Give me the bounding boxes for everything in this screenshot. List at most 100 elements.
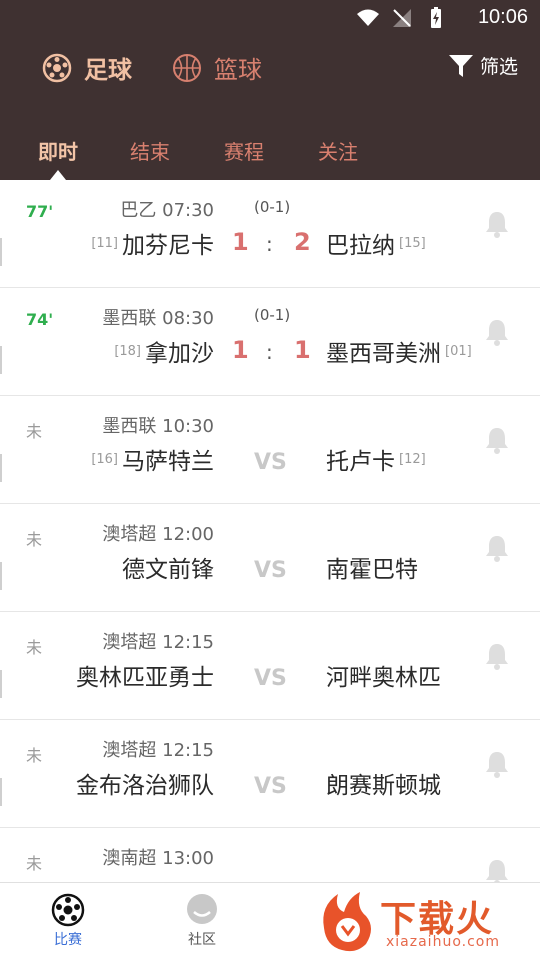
home-team: 金布洛治狮队 [76,766,214,800]
bell-icon[interactable] [484,426,510,454]
sport-tab-football[interactable]: 足球 [42,50,132,85]
bell-icon[interactable] [484,534,510,562]
kickoff-time: 12:00 [162,524,214,545]
app-header: 10:06 足球 篮球 筛选 即时 结束 赛程 关注 [0,0,540,180]
status-time: 10:06 [477,6,528,28]
match-list[interactable]: 77' 巴乙 07:30 (0-1) [11] 加芬尼卡 1 : 2 巴拉纳 [15… [0,180,540,882]
versus-label: VS [254,450,287,475]
sport-tab-label: 篮球 [214,56,262,84]
soccer-ball-icon [51,893,85,927]
filter-label: 筛选 [479,56,518,78]
filter-button[interactable]: 筛选 [448,52,518,79]
nav-label: 比赛 [54,932,82,948]
tab-following[interactable]: 关注 [318,136,358,165]
bell-icon[interactable] [484,210,510,238]
league-time: 澳塔超 12:15 [102,736,214,762]
basketball-icon [173,53,201,82]
halftime-score: (0-1) [254,198,291,216]
battery-charging-icon [431,7,441,28]
away-team: 托卢卡 [12] [326,442,426,476]
row-marker [0,454,2,482]
match-minute: 74' [26,310,54,329]
kickoff-time: 12:15 [162,740,214,761]
match-status-tabs: 即时 结束 赛程 关注 [0,136,540,180]
match-status: 未 [26,638,43,657]
no-signal-icon [393,9,411,27]
nav-matches[interactable]: 比赛 [28,893,108,949]
match-row[interactable]: 未 澳塔超 12:15 奥林匹亚勇士 VS 河畔奥林匹 [0,612,540,720]
home-team: [16] 马萨特兰 [91,442,214,476]
home-team-name: 拿加沙 [145,341,214,367]
row-marker [0,778,2,806]
away-team: 巴拉纳 [15] [326,226,426,260]
home-team: [18] 拿加沙 [114,334,214,368]
tab-finished[interactable]: 结束 [130,136,170,165]
tab-schedule[interactable]: 赛程 [224,136,264,165]
home-team: [11] 加芬尼卡 [91,226,214,260]
versus-label: VS [254,558,287,583]
away-rank: [12] [399,451,426,467]
kickoff-time: 07:30 [162,200,214,221]
away-team-name: 托卢卡 [326,449,395,475]
score-separator: : [266,340,273,364]
match-row[interactable]: 77' 巴乙 07:30 (0-1) [11] 加芬尼卡 1 : 2 巴拉纳 [15… [0,180,540,288]
home-rank: [11] [91,235,118,251]
home-team-name: 金布洛治狮队 [76,773,214,799]
match-row[interactable]: 未 澳塔超 12:15 金布洛治狮队 VS 朗赛斯顿城 [0,720,540,828]
match-row[interactable]: 未 澳南超 13:00 [0,828,540,882]
bell-icon[interactable] [484,642,510,670]
away-team-name: 巴拉纳 [326,233,395,259]
match-row[interactable]: 未 墨西联 10:30 [16] 马萨特兰 VS 托卢卡 [12] [0,396,540,504]
filter-icon [448,54,473,77]
away-team: 南霍巴特 [326,550,418,584]
away-score: 2 [294,228,311,256]
match-row[interactable]: 未 澳塔超 12:00 德文前锋 VS 南霍巴特 [0,504,540,612]
league-time: 澳塔超 12:15 [102,628,214,654]
league-name: 澳塔超 [102,632,157,653]
league-time: 巴乙 07:30 [120,196,214,222]
chat-bubble-icon [187,894,217,924]
kickoff-time: 10:30 [162,416,214,437]
versus-label: VS [254,666,287,691]
home-score: 1 [232,336,249,364]
league-name: 墨西联 [102,416,157,437]
row-marker [0,670,2,698]
home-score: 1 [232,228,249,256]
status-bar: 10:06 [0,0,540,36]
active-tab-indicator [50,170,66,180]
score-separator: : [266,232,273,256]
home-team-name: 奥林匹亚勇士 [76,665,214,691]
league-name: 澳塔超 [102,524,157,545]
away-score: 1 [294,336,311,364]
league-time: 墨西联 08:30 [102,304,214,330]
kickoff-time: 12:15 [162,632,214,653]
league-time: 墨西联 10:30 [102,412,214,438]
match-status: 未 [26,746,43,765]
away-team-name: 南霍巴特 [326,557,418,583]
home-team: 德文前锋 [122,550,214,584]
nav-community[interactable]: 社区 [162,893,242,949]
bell-icon[interactable] [484,858,510,882]
home-rank: [16] [91,451,118,467]
tab-live[interactable]: 即时 [38,136,78,165]
bell-icon[interactable] [484,318,510,346]
halftime-score: (0-1) [254,306,291,324]
away-team-name: 墨西哥美洲 [326,341,441,367]
match-row[interactable]: 74' 墨西联 08:30 (0-1) [18] 拿加沙 1 : 1 墨西哥美洲[… [0,288,540,396]
watermark-url: xiazaihuo.com [386,934,500,950]
home-team-name: 加芬尼卡 [122,233,214,259]
bell-icon[interactable] [484,750,510,778]
soccer-ball-icon [42,53,72,82]
row-marker [0,346,2,374]
wifi-icon [357,9,379,26]
home-team-name: 马萨特兰 [122,449,214,475]
home-team: 奥林匹亚勇士 [76,658,214,692]
sport-tab-label: 足球 [84,56,132,84]
away-team: 墨西哥美洲 [01] [326,334,472,368]
sport-tab-basketball[interactable]: 篮球 [172,50,262,85]
away-team-name: 河畔奥林匹 [326,665,441,691]
home-rank: [18] [114,343,141,359]
match-status: 未 [26,530,43,549]
flame-logo-icon [323,892,371,952]
away-rank: [15] [399,235,426,251]
